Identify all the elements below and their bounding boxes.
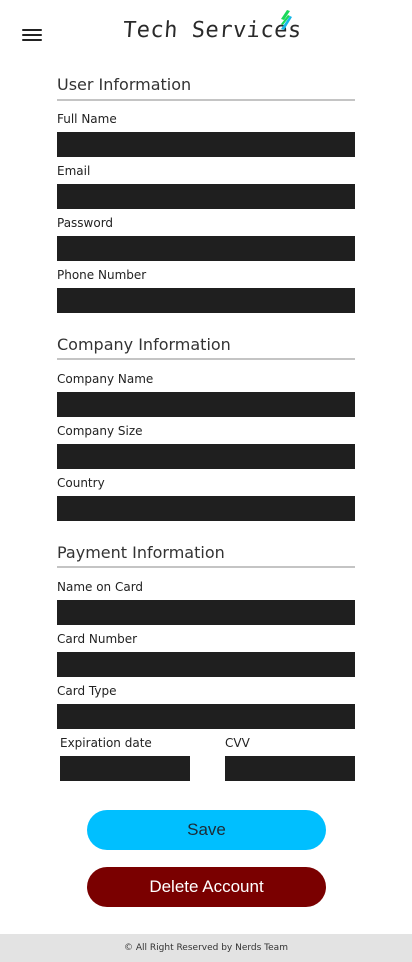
- section-title-payment-information: Payment Information: [57, 543, 225, 562]
- footer: © All Right Reserved by Nerds Team: [0, 934, 412, 962]
- logo[interactable]: Tech Services: [122, 10, 303, 52]
- card-number-label: Card Number: [57, 632, 138, 646]
- card-type-field[interactable]: [57, 704, 355, 729]
- full-name-field[interactable]: [57, 132, 355, 157]
- expiration-date-label: Expiration date: [60, 736, 152, 750]
- footer-text: © All Right Reserved by Nerds Team: [124, 943, 288, 953]
- save-button[interactable]: Save: [87, 810, 326, 850]
- phone-number-field[interactable]: [57, 288, 355, 313]
- country-label: Country: [57, 476, 105, 490]
- delete-account-button[interactable]: Delete Account: [87, 867, 326, 907]
- name-on-card-field[interactable]: [57, 600, 355, 625]
- company-name-label: Company Name: [57, 372, 154, 386]
- password-label: Password: [57, 216, 114, 230]
- card-number-field[interactable]: [57, 652, 355, 677]
- section-title-user-information: User Information: [57, 75, 192, 94]
- email-field[interactable]: [57, 184, 355, 209]
- phone-number-label: Phone Number: [57, 268, 147, 282]
- divider: [57, 566, 355, 568]
- cvv-field[interactable]: [225, 756, 355, 781]
- expiration-date-field[interactable]: [60, 756, 190, 781]
- section-title-company-information: Company Information: [57, 335, 231, 354]
- country-field[interactable]: [57, 496, 355, 521]
- company-name-field[interactable]: [57, 392, 355, 417]
- cvv-label: CVV: [225, 736, 250, 750]
- full-name-label: Full Name: [57, 112, 117, 126]
- logo-text: Tech Services: [122, 18, 303, 43]
- divider: [57, 99, 355, 101]
- divider: [57, 358, 355, 360]
- name-on-card-label: Name on Card: [57, 580, 144, 594]
- company-size-field[interactable]: [57, 444, 355, 469]
- company-size-label: Company Size: [57, 424, 143, 438]
- email-label: Email: [57, 164, 91, 178]
- hamburger-menu-icon[interactable]: [22, 28, 42, 44]
- leaf-icon: [281, 10, 292, 30]
- app-header: Tech Services: [0, 0, 412, 62]
- card-type-label: Card Type: [57, 684, 117, 698]
- password-field[interactable]: [57, 236, 355, 261]
